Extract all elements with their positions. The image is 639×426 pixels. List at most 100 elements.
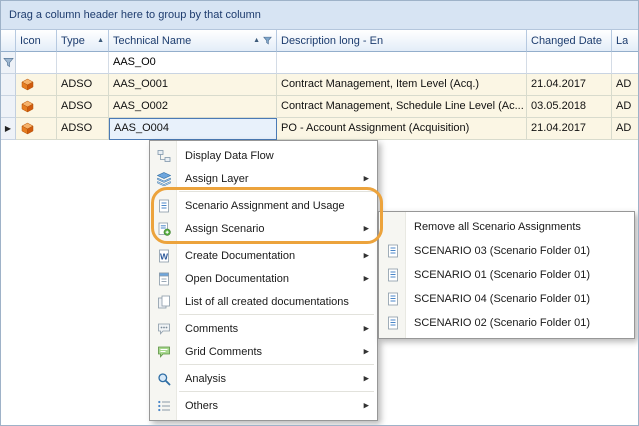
menu-item-label: Analysis: [185, 373, 226, 385]
column-header-last[interactable]: La: [612, 30, 639, 52]
menu-item-label: Comments: [185, 323, 238, 335]
column-header-description[interactable]: Description long - En: [277, 30, 527, 52]
menu-item-open-documentation[interactable]: Open Documentation ▶: [150, 267, 377, 290]
cell-description[interactable]: Contract Management, Schedule Line Level…: [277, 96, 527, 118]
menu-item-analysis[interactable]: Analysis ▶: [150, 367, 377, 390]
column-header-label: La: [616, 31, 628, 51]
menu-item-label: Assign Scenario: [185, 223, 265, 235]
cell-icon[interactable]: [16, 96, 57, 118]
sort-asc-icon: ▲: [95, 37, 104, 44]
word-document-icon: W: [150, 249, 177, 263]
adso-icon: [21, 78, 34, 91]
menu-item-grid-comments[interactable]: Grid Comments ▶: [150, 340, 377, 363]
column-header-label: Changed Date: [531, 31, 602, 51]
menu-item-label: List of all created documentations: [185, 296, 349, 308]
menu-item-comments[interactable]: Comments ▶: [150, 317, 377, 340]
scenario-list-icon: [150, 199, 177, 213]
column-header-changed-date[interactable]: Changed Date: [527, 30, 612, 52]
row-indicator: [1, 96, 16, 118]
menu-item-others[interactable]: Others ▶: [150, 394, 377, 417]
bullet-list-icon: [150, 399, 177, 413]
filter-cell-last[interactable]: [612, 52, 639, 74]
magnifier-icon: [150, 372, 177, 386]
submenu-arrow-icon: ▶: [364, 402, 369, 409]
column-header-label: Technical Name: [113, 31, 191, 51]
submenu-arrow-icon: ▶: [364, 225, 369, 232]
cell-icon[interactable]: [16, 74, 57, 96]
comment-bubble-icon: [150, 322, 177, 336]
menu-item-label: Others: [185, 400, 218, 412]
filter-cell-changed-date[interactable]: [527, 52, 612, 74]
submenu-item-scenario-01[interactable]: SCENARIO 01 (Scenario Folder 01): [379, 263, 634, 287]
menu-item-list-of-documentations[interactable]: List of all created documentations: [150, 290, 377, 313]
row-focus-arrow-icon: ▶: [5, 125, 11, 133]
menu-item-label: Scenario Assignment and Usage: [185, 200, 345, 212]
cell-technical-name-selected[interactable]: AAS_O004: [109, 118, 277, 140]
submenu-item-scenario-02[interactable]: SCENARIO 02 (Scenario Folder 01): [379, 311, 634, 335]
submenu-arrow-icon: ▶: [364, 175, 369, 182]
scenario-list-icon: [379, 268, 406, 282]
menu-item-label: Remove all Scenario Assignments: [414, 221, 581, 233]
scenario-list-icon: [379, 292, 406, 306]
sort-asc-icon: ▲: [251, 37, 260, 44]
table-row[interactable]: ADSO AAS_O002 Contract Management, Sched…: [1, 96, 639, 118]
header-indicator-cell: [1, 30, 16, 52]
cell-description[interactable]: Contract Management, Item Level (Acq.): [277, 74, 527, 96]
menu-item-assign-scenario[interactable]: Assign Scenario ▶: [150, 217, 377, 240]
adso-icon: [21, 122, 34, 135]
row-indicator: ▶: [1, 118, 16, 140]
menu-item-create-documentation[interactable]: W Create Documentation ▶: [150, 244, 377, 267]
cell-last[interactable]: AD: [612, 118, 639, 140]
menu-item-label: SCENARIO 02 (Scenario Folder 01): [414, 317, 590, 329]
column-header-technical-name[interactable]: Technical Name ▲: [109, 30, 277, 52]
cell-icon[interactable]: [16, 118, 57, 140]
row-indicator: [1, 74, 16, 96]
cell-technical-name[interactable]: AAS_O001: [109, 74, 277, 96]
filter-cell-description[interactable]: [277, 52, 527, 74]
filter-funnel-icon[interactable]: [263, 36, 272, 45]
cell-type[interactable]: ADSO: [57, 118, 109, 140]
menu-item-label: Assign Layer: [185, 173, 249, 185]
menu-item-scenario-assignment-and-usage[interactable]: Scenario Assignment and Usage: [150, 194, 377, 217]
menu-item-label: Create Documentation: [185, 250, 295, 262]
auto-filter-row: AAS_O0: [1, 52, 639, 74]
layers-icon: [150, 172, 177, 186]
filter-input-technical-name[interactable]: AAS_O0: [109, 52, 277, 74]
cell-description[interactable]: PO - Account Assignment (Acquisition): [277, 118, 527, 140]
cell-last[interactable]: AD: [612, 74, 639, 96]
submenu-arrow-icon: ▶: [364, 325, 369, 332]
submenu-item-scenario-03[interactable]: SCENARIO 03 (Scenario Folder 01): [379, 239, 634, 263]
app-window: Drag a column header here to group by th…: [0, 0, 639, 426]
menu-item-assign-layer[interactable]: Assign Layer ▶: [150, 167, 377, 190]
cell-changed-date[interactable]: 03.05.2018: [527, 96, 612, 118]
assign-scenario-submenu: Remove all Scenario Assignments SCENARIO…: [378, 211, 635, 339]
open-document-icon: [150, 272, 177, 286]
column-header-label: Icon: [20, 31, 41, 51]
filter-cell-icon[interactable]: [16, 52, 57, 74]
filter-row-indicator: [1, 52, 16, 74]
menu-item-label: SCENARIO 01 (Scenario Folder 01): [414, 269, 590, 281]
filter-cell-type[interactable]: [57, 52, 109, 74]
data-flow-icon: [150, 149, 177, 163]
group-by-panel[interactable]: Drag a column header here to group by th…: [1, 1, 638, 30]
menu-item-display-data-flow[interactable]: Display Data Flow: [150, 144, 377, 167]
submenu-arrow-icon: ▶: [364, 375, 369, 382]
table-row[interactable]: ▶ ADSO AAS_O004 PO - Account Assignment …: [1, 118, 639, 140]
cell-type[interactable]: ADSO: [57, 74, 109, 96]
submenu-item-remove-all-scenario-assignments[interactable]: Remove all Scenario Assignments: [379, 215, 634, 239]
table-row[interactable]: ADSO AAS_O001 Contract Management, Item …: [1, 74, 639, 96]
cell-last[interactable]: AD: [612, 96, 639, 118]
cell-type[interactable]: ADSO: [57, 96, 109, 118]
column-header-type[interactable]: Type ▲: [57, 30, 109, 52]
grid-header-row: Icon Type ▲ Technical Name ▲ Description…: [1, 30, 639, 52]
column-header-icon[interactable]: Icon: [16, 30, 57, 52]
cell-changed-date[interactable]: 21.04.2017: [527, 74, 612, 96]
submenu-item-scenario-04[interactable]: SCENARIO 04 (Scenario Folder 01): [379, 287, 634, 311]
cell-technical-name[interactable]: AAS_O002: [109, 96, 277, 118]
scenario-list-icon: [379, 244, 406, 258]
menu-item-label: Grid Comments: [185, 346, 262, 358]
assign-scenario-icon: [150, 222, 177, 236]
cell-changed-date[interactable]: 21.04.2017: [527, 118, 612, 140]
filter-row-funnel-icon: [3, 57, 14, 68]
copy-pages-icon: [150, 295, 177, 309]
